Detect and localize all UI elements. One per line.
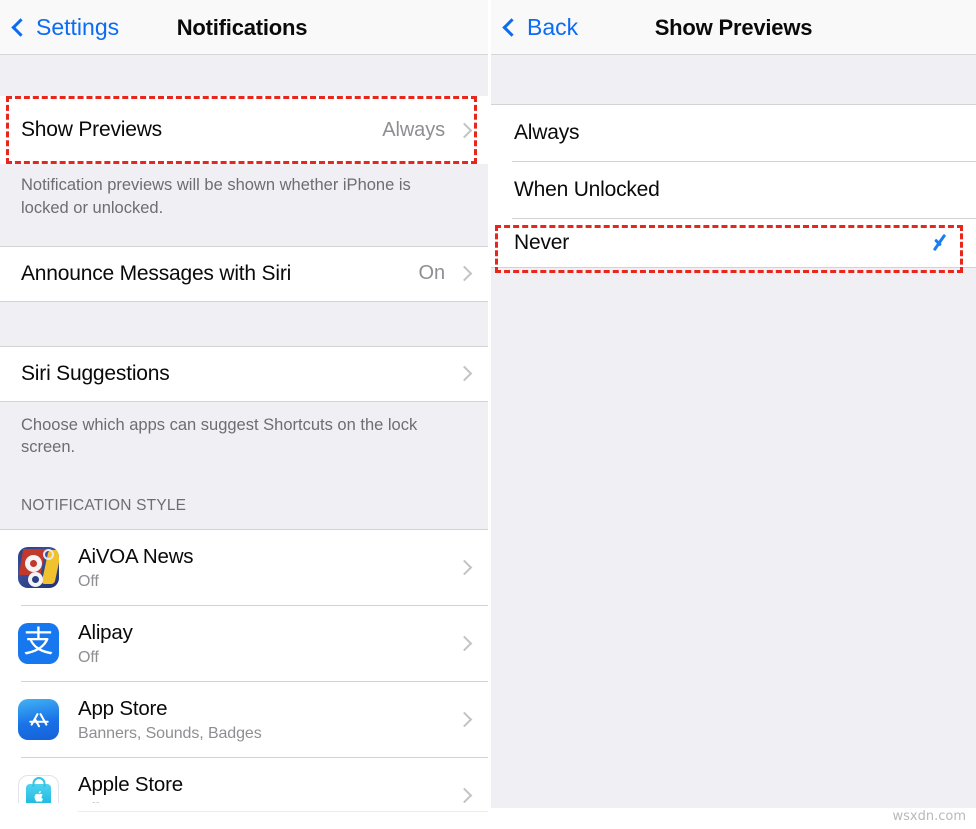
chevron-right-icon xyxy=(456,635,473,652)
announce-messages-group: Announce Messages with Siri On xyxy=(0,245,488,302)
left-navigation-bar: Settings Notifications xyxy=(0,0,488,55)
chevron-right-icon xyxy=(456,265,473,282)
spacer-after-section-header xyxy=(0,521,488,530)
empty-area xyxy=(491,268,976,808)
announce-messages-value: On xyxy=(418,262,446,285)
show-previews-footnote: Notification previews will be shown whet… xyxy=(0,164,488,234)
alipay-app-icon: 支 xyxy=(18,623,59,665)
spacer-top xyxy=(0,55,488,96)
siri-suggestions-row[interactable]: Siri Suggestions xyxy=(0,346,488,401)
notification-style-app-list: AiVOA News Off 支 Alipay Off App Store Ba… xyxy=(0,529,488,829)
app-status: Off xyxy=(78,648,99,666)
show-previews-row[interactable]: Show Previews Always xyxy=(0,96,488,164)
app-name: Alipay xyxy=(78,621,133,645)
app-row-alipay[interactable]: 支 Alipay Off xyxy=(0,606,488,682)
dual-screenshot-composite: Settings Notifications Show Previews Alw… xyxy=(0,0,976,829)
app-text: App Store Banners, Sounds, Badges xyxy=(78,696,459,743)
app-name: App Store xyxy=(78,697,168,721)
option-label: Never xyxy=(514,231,570,254)
spacer-between-groups xyxy=(0,301,488,346)
app-store-app-icon xyxy=(18,699,59,741)
announce-messages-label: Announce Messages with Siri xyxy=(21,261,292,285)
preview-options-group: Always When Unlocked Never xyxy=(491,104,976,268)
spacer-before-section-header xyxy=(0,469,488,492)
right-navigation-bar: Back Show Previews xyxy=(491,0,976,55)
app-row-aivoa-news[interactable]: AiVOA News Off xyxy=(0,530,488,606)
spacer-top xyxy=(491,55,976,104)
chevron-right-icon xyxy=(456,365,473,382)
option-label: When Unlocked xyxy=(514,178,660,201)
notifications-settings-screen: Settings Notifications Show Previews Alw… xyxy=(0,0,488,829)
app-text: Alipay Off xyxy=(78,620,459,667)
chevron-right-icon xyxy=(456,711,473,728)
app-name: Apple Store xyxy=(78,773,183,797)
chevron-right-icon xyxy=(456,122,473,138)
page-title: Show Previews xyxy=(654,14,813,40)
show-previews-group: Show Previews Always xyxy=(0,96,488,164)
option-label: Always xyxy=(514,121,580,144)
chevron-right-icon xyxy=(456,787,473,804)
siri-suggestions-group: Siri Suggestions xyxy=(0,345,488,402)
notification-style-header: NOTIFICATION STYLE xyxy=(0,491,488,522)
app-name: AiVOA News xyxy=(78,545,194,569)
page-title: Notifications xyxy=(176,14,308,40)
option-row-never[interactable]: Never xyxy=(491,219,976,267)
option-row-when-unlocked[interactable]: When Unlocked xyxy=(491,162,976,218)
aivoa-news-app-icon xyxy=(18,547,59,589)
app-text: AiVOA News Off xyxy=(78,544,459,591)
siri-suggestions-label: Siri Suggestions xyxy=(21,361,170,385)
show-previews-label: Show Previews xyxy=(21,118,162,141)
watermark: wsxdn.com xyxy=(892,809,967,824)
spacer-after-footnote xyxy=(0,233,488,246)
app-status: Banners, Sounds, Badges xyxy=(78,724,262,742)
show-previews-options-screen: Back Show Previews Always When Unlocked … xyxy=(488,0,976,829)
chevron-right-icon xyxy=(456,559,473,576)
checkmark-icon xyxy=(932,232,954,254)
siri-suggestions-footnote: Choose which apps can suggest Shortcuts … xyxy=(0,401,488,470)
announce-messages-with-siri-row[interactable]: Announce Messages with Siri On xyxy=(0,246,488,301)
show-previews-value: Always xyxy=(382,118,445,141)
app-status: Off xyxy=(78,572,99,590)
list-bottom-edge xyxy=(0,803,488,829)
option-row-always[interactable]: Always xyxy=(491,105,976,161)
app-row-app-store[interactable]: App Store Banners, Sounds, Badges xyxy=(0,682,488,758)
